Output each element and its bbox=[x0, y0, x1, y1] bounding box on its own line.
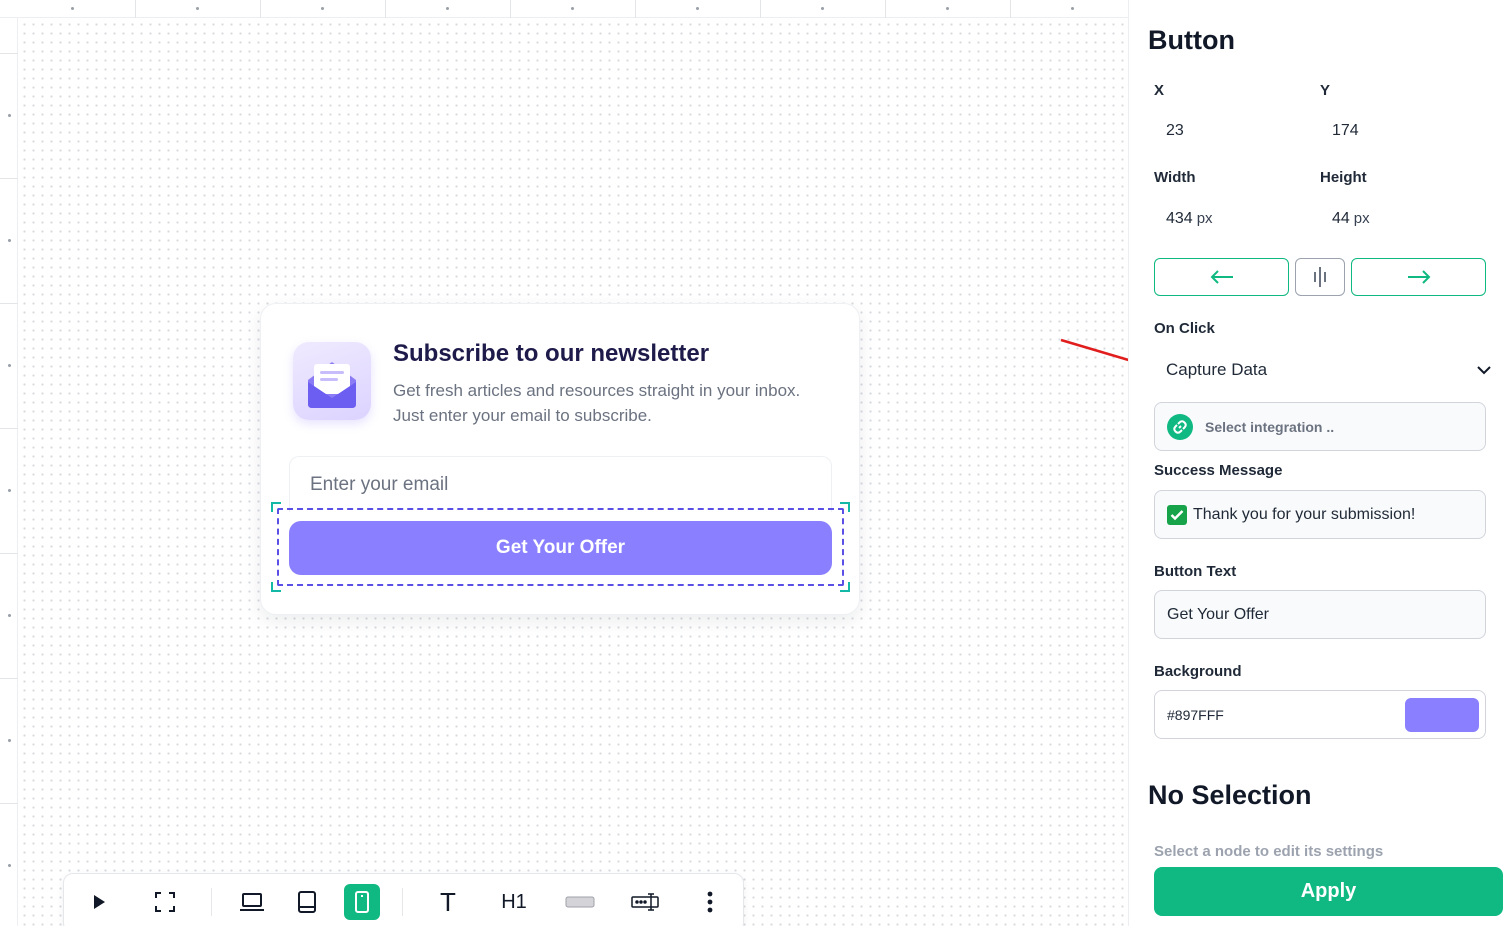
more-icon[interactable] bbox=[692, 884, 728, 920]
background-hex-value: #897FFF bbox=[1167, 706, 1224, 723]
resize-handle-top-left[interactable] bbox=[271, 502, 281, 512]
play-icon[interactable] bbox=[81, 884, 117, 920]
color-swatch[interactable] bbox=[1405, 697, 1479, 732]
y-label: Y bbox=[1320, 82, 1331, 99]
get-offer-button[interactable]: Get Your Offer bbox=[289, 521, 832, 575]
success-message-label: Success Message bbox=[1154, 462, 1283, 479]
width-value: 434 bbox=[1166, 210, 1193, 227]
design-canvas[interactable]: Subscribe to our newsletter Get fresh ar… bbox=[0, 0, 1128, 926]
desktop-icon[interactable] bbox=[234, 884, 270, 920]
card-subtitle: Get fresh articles and resources straigh… bbox=[393, 381, 801, 425]
email-input[interactable]: Enter your email bbox=[289, 456, 832, 512]
checkmark-icon bbox=[1167, 504, 1187, 525]
height-unit: px bbox=[1353, 210, 1370, 227]
height-label: Height bbox=[1320, 169, 1367, 186]
y-value[interactable]: 174 bbox=[1332, 122, 1359, 140]
chevron-down-icon bbox=[1477, 366, 1491, 375]
ruler-left bbox=[0, 18, 18, 926]
align-center-icon bbox=[1314, 267, 1326, 287]
apply-button[interactable]: Apply bbox=[1154, 867, 1503, 916]
properties-panel: Button X Y 23 174 Width Height 434 px 44 p… bbox=[1128, 0, 1510, 926]
link-icon bbox=[1167, 413, 1193, 440]
x-value[interactable]: 23 bbox=[1166, 122, 1184, 140]
x-label: X bbox=[1154, 82, 1165, 99]
newsletter-card[interactable]: Subscribe to our newsletter Get fresh ar… bbox=[260, 303, 860, 615]
height-value: 44 bbox=[1332, 210, 1350, 227]
resize-handle-bottom-right[interactable] bbox=[840, 582, 850, 592]
integration-select[interactable]: Select integration .. bbox=[1154, 402, 1486, 451]
ruler-top bbox=[0, 0, 1128, 18]
background-label: Background bbox=[1154, 663, 1242, 680]
arrow-right-icon bbox=[1407, 270, 1430, 284]
card-title: Subscribe to our newsletter bbox=[393, 340, 710, 367]
mobile-icon[interactable] bbox=[344, 884, 380, 920]
align-right-button[interactable] bbox=[1351, 258, 1486, 296]
arrow-left-icon bbox=[1210, 270, 1233, 284]
success-message-value: Thank you for your submission! bbox=[1193, 505, 1416, 523]
integration-placeholder: Select integration .. bbox=[1205, 418, 1335, 435]
background-color-field[interactable]: #897FFF bbox=[1154, 690, 1486, 739]
no-selection-title: No Selection bbox=[1148, 780, 1312, 810]
on-click-label: On Click bbox=[1154, 320, 1215, 337]
align-left-button[interactable] bbox=[1154, 258, 1289, 296]
height-field[interactable]: 44 px bbox=[1332, 210, 1370, 228]
fullscreen-icon[interactable] bbox=[147, 884, 183, 920]
success-message-input[interactable]: Thank you for your submission! bbox=[1154, 490, 1486, 539]
tablet-icon[interactable] bbox=[289, 884, 325, 920]
heading-icon[interactable]: H1 bbox=[496, 884, 532, 920]
on-click-select[interactable]: Capture Data bbox=[1154, 352, 1492, 388]
panel-title: Button bbox=[1148, 25, 1235, 55]
text-icon[interactable]: T bbox=[430, 884, 466, 920]
button-element-icon[interactable] bbox=[562, 884, 598, 920]
button-text-input[interactable]: Get Your Offer bbox=[1154, 590, 1486, 639]
text-glyph: T bbox=[440, 886, 456, 917]
width-label: Width bbox=[1154, 169, 1196, 186]
resize-handle-bottom-left[interactable] bbox=[271, 582, 281, 592]
width-field[interactable]: 434 px bbox=[1166, 210, 1213, 228]
button-text-label: Button Text bbox=[1154, 563, 1237, 580]
envelope-icon bbox=[293, 342, 371, 420]
input-element-icon[interactable] bbox=[628, 884, 664, 920]
align-center-button[interactable] bbox=[1295, 258, 1345, 296]
resize-handle-top-right[interactable] bbox=[840, 502, 850, 512]
no-selection-subtitle: Select a node to edit its settings bbox=[1154, 843, 1384, 860]
width-unit: px bbox=[1196, 210, 1213, 227]
heading-glyph: H1 bbox=[501, 890, 527, 913]
on-click-value: Capture Data bbox=[1166, 360, 1268, 379]
bottom-toolbar: T H1 bbox=[63, 873, 744, 926]
